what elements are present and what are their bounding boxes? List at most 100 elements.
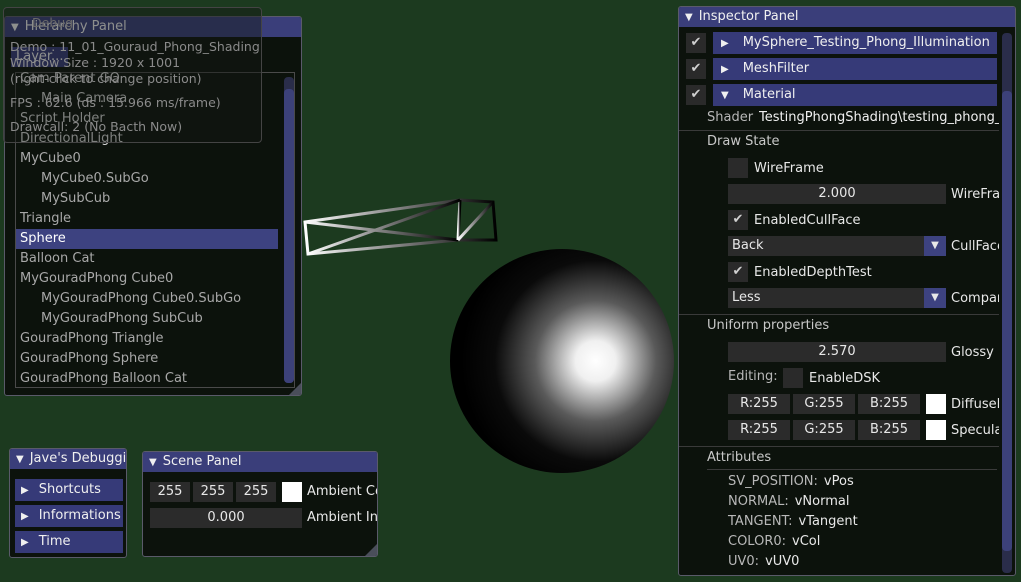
depth-compare-value: Less [732,290,761,305]
attribute-value: vUV0 [765,554,800,569]
diffuse-g-field[interactable]: G:255 [793,394,855,414]
hierarchy-item-label: Triangle [20,211,72,226]
diffuse-label: DiffuseL [951,397,999,412]
glossy-field[interactable]: 2.570 [728,342,946,362]
ambient-b-field[interactable]: 255 [236,482,276,502]
ambient-intensity-label: Ambient Intensity [307,510,378,525]
enable-dsk-label: EnableDSK [809,371,881,386]
scene-panel[interactable]: ▼ Scene Panel 255 255 255 Ambient Color 0… [142,451,378,557]
component-label: Material [742,87,796,102]
collapse-triangle-icon[interactable]: ▼ [685,8,693,27]
hierarchy-item-label: Sphere [20,231,66,246]
expand-triangle-icon: ▶ [21,537,29,548]
expand-triangle-icon: ▶ [721,38,729,49]
hierarchy-item[interactable]: Triangle [16,209,278,229]
depth-compare-combo[interactable]: Less ▼ [728,288,946,308]
component-label: MySphere_Testing_Phong_Illumination [742,35,990,50]
debug-overlay: Debug Demo : 11_01_Gouraud_Phong_Shading… [3,7,262,143]
inspector-titlebar[interactable]: ▼ Inspector Panel [679,7,1015,27]
attribute-name: SV_POSITION: [728,474,818,489]
diffuse-r-field[interactable]: R:255 [728,394,790,414]
wireframe-width-label: WireFrame Width [951,187,999,202]
component-header-meshfilter[interactable]: ▶ MeshFilter [713,58,997,80]
hierarchy-item-label: MyGouradPhong Cube0.SubGo [41,291,242,306]
debug-drawcall: Drawcall: 2 (No Bacth Now) [10,119,183,134]
hierarchy-item[interactable]: GouradPhong Balloon Cat [16,369,278,389]
hierarchy-item[interactable]: GouradPhong Triangle [16,329,278,349]
hierarchy-item[interactable]: MyGouradPhong SubCub [16,309,278,329]
hierarchy-item[interactable]: Sphere [16,229,278,249]
hierarchy-item-label: Balloon Cat [20,251,95,266]
expand-triangle-icon: ▶ [721,64,729,75]
informations-button[interactable]: ▶ Informations [15,505,123,527]
diffuse-color-swatch[interactable] [926,394,946,414]
inspector-panel[interactable]: ▼ Inspector Panel ✔ ▶ MySphere_Testing_Pho… [678,6,1016,576]
collapse-triangle-icon: ▼ [721,90,729,101]
specular-g-field[interactable]: G:255 [793,420,855,440]
hierarchy-item[interactable]: MyCube0.SubGo [16,169,278,189]
resize-grip-icon[interactable] [289,383,301,395]
diffuse-b-field[interactable]: B:255 [858,394,920,414]
cullface-value: Back [732,238,764,253]
debug-demo: Demo : 11_01_Gouraud_Phong_Shading [10,39,260,54]
enable-dsk-checkbox[interactable] [783,368,803,388]
cullface-combo[interactable]: Back ▼ [728,236,946,256]
ambient-intensity-field[interactable]: 0.000 [150,508,302,528]
hierarchy-item-label: GouradPhong Balloon Cat [20,371,188,386]
dropdown-arrow-icon[interactable]: ▼ [924,288,946,308]
hierarchy-item[interactable]: MyCube0 [16,149,278,169]
attribute-name: TANGENT: [728,514,793,529]
ambient-color-swatch[interactable] [282,482,302,502]
hierarchy-item-label: MyGouradPhong Cube0 [20,271,174,286]
shortcuts-button[interactable]: ▶ Shortcuts [15,479,123,501]
attributes-header[interactable]: Attributes [679,446,999,468]
hierarchy-item[interactable]: MyGouradPhong Cube0.SubGo [16,289,278,309]
hierarchy-item[interactable]: Balloon Cat [16,249,278,269]
debug-fps: FPS : 62.6 (ds : 15.966 ms/frame) [10,95,221,110]
time-button[interactable]: ▶ Time [15,531,123,553]
scene-titlebar[interactable]: ▼ Scene Panel [143,452,377,472]
component-enabled-checkbox[interactable]: ✔ [686,33,706,53]
collapse-triangle-icon[interactable]: ▼ [149,453,157,472]
cullface-combo-label: CullFace [951,239,999,254]
ambient-color-label: Ambient Color [307,484,377,499]
component-label: MeshFilter [742,61,810,76]
hierarchy-item-label: MyCube0 [20,151,81,166]
wireframe-checkbox[interactable] [728,158,748,178]
draw-state-header[interactable]: Draw State [679,130,999,152]
attribute-row: NORMAL: vNormal [728,492,998,512]
shaded-sphere [450,249,674,473]
attribute-row: COLOR0: vCol [728,532,998,552]
attribute-value: vTangent [798,514,858,529]
component-header-material[interactable]: ▼ Material [713,84,997,106]
hierarchy-item[interactable]: MySubCub [16,189,278,209]
collapse-triangle-icon[interactable]: ▼ [16,450,24,469]
inspector-scroll-thumb[interactable] [1002,91,1012,551]
component-enabled-checkbox[interactable]: ✔ [686,59,706,79]
wireframe-width-field[interactable]: 2.000 [728,184,946,204]
depthtest-checkbox[interactable]: ✔ [728,262,748,282]
ambient-g-field[interactable]: 255 [193,482,233,502]
component-header-mysphere[interactable]: ▶ MySphere_Testing_Phong_Illumination [713,32,997,54]
hierarchy-scroll-thumb[interactable] [284,89,294,383]
resize-grip-icon[interactable] [365,544,377,556]
glossy-label: Glossy [951,345,994,360]
scene-title: Scene Panel [162,454,242,469]
wireframe-cube [303,198,498,256]
attribute-row: UV0: vUV0 [728,552,998,572]
debugging-titlebar[interactable]: ▼ Jave's Debugging [10,449,126,469]
cullface-checkbox[interactable]: ✔ [728,210,748,230]
hierarchy-item-label: GouradPhong Sphere [20,351,159,366]
specular-r-field[interactable]: R:255 [728,420,790,440]
debugging-panel[interactable]: ▼ Jave's Debugging ▶ Shortcuts ▶ Informatio… [9,448,127,558]
hierarchy-item[interactable]: MyGouradPhong Cube0 [16,269,278,289]
specular-color-swatch[interactable] [926,420,946,440]
ambient-r-field[interactable]: 255 [150,482,190,502]
uniform-properties-header[interactable]: Uniform properties [679,314,999,336]
attribute-row: TANGENT: vTangent [728,512,998,532]
specular-b-field[interactable]: B:255 [858,420,920,440]
dropdown-arrow-icon[interactable]: ▼ [924,236,946,256]
component-enabled-checkbox[interactable]: ✔ [686,85,706,105]
attribute-name: UV0: [728,554,760,569]
hierarchy-item[interactable]: GouradPhong Sphere [16,349,278,369]
